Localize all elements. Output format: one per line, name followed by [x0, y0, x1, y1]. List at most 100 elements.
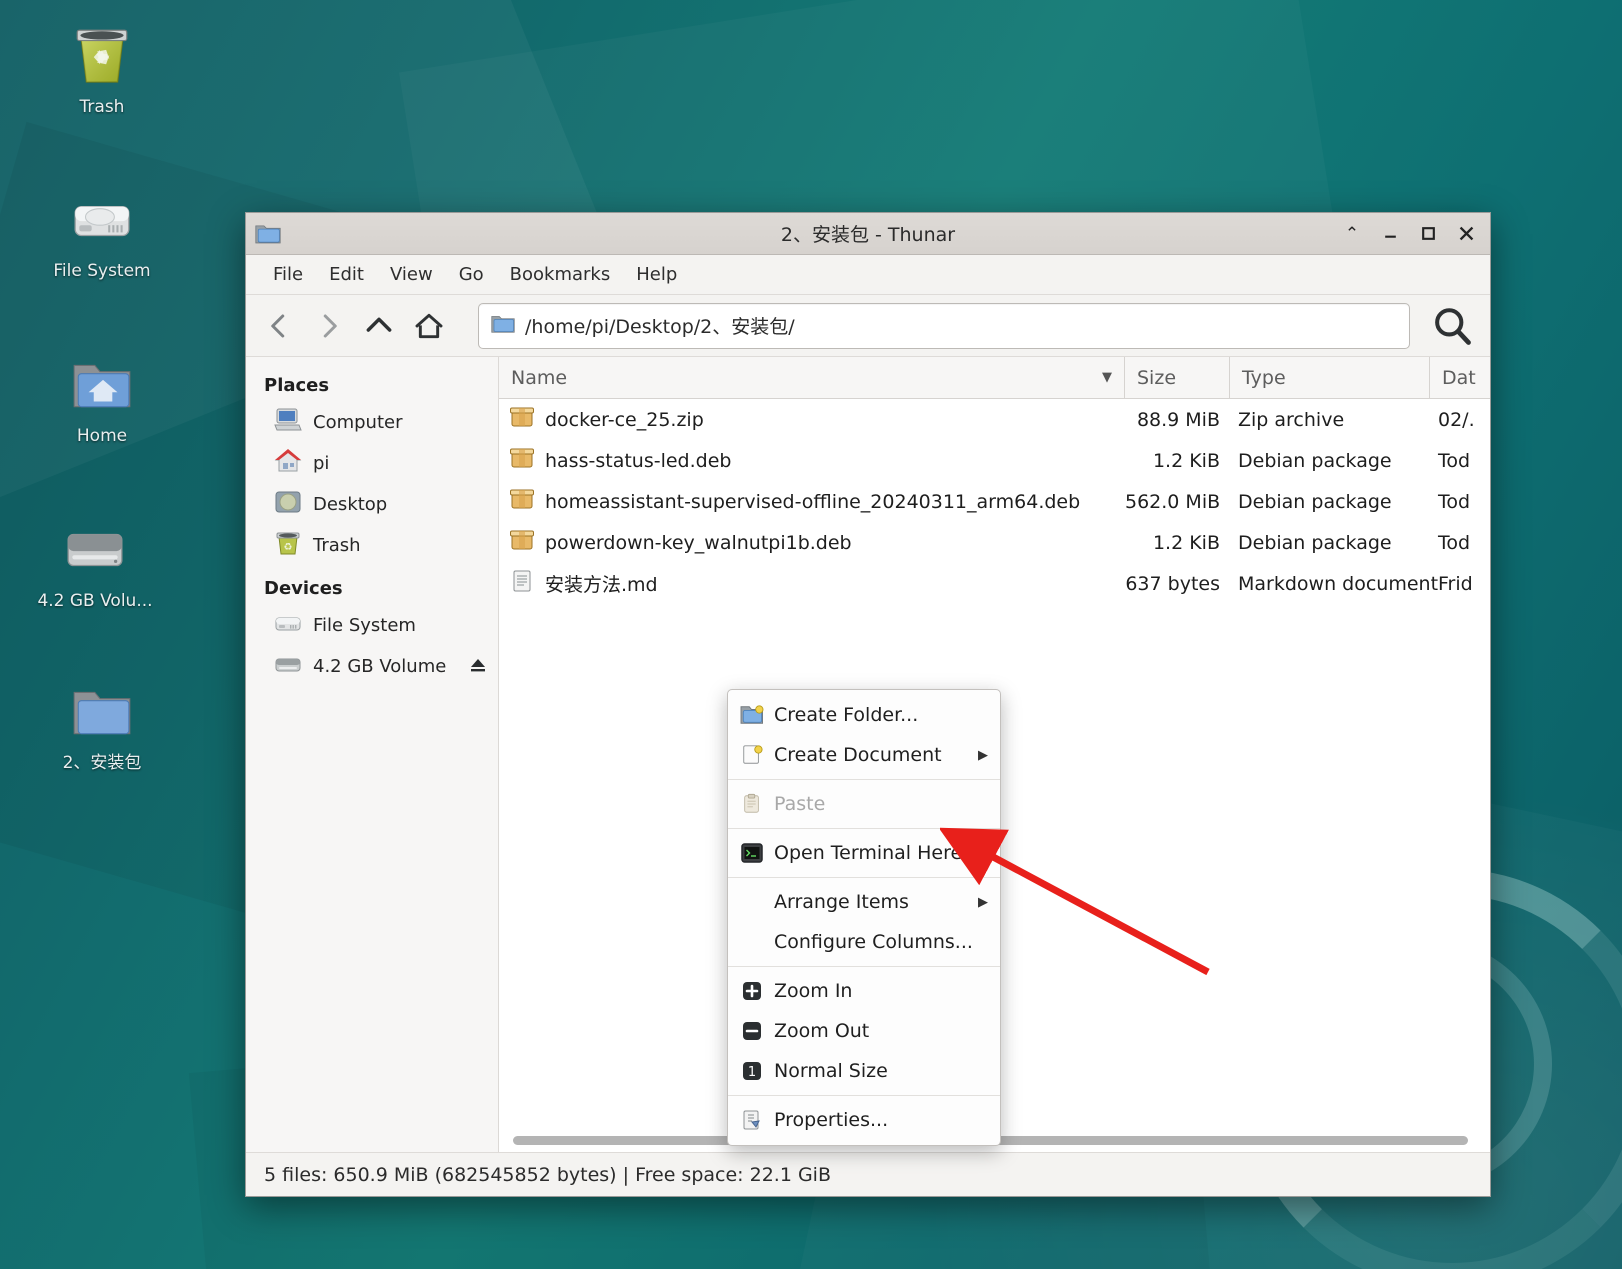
file-size: 637 bytes	[1125, 572, 1220, 595]
column-header-size[interactable]: Size	[1125, 357, 1230, 398]
menu-item-create-document[interactable]: Create Document ▶	[728, 735, 1000, 775]
toolbar[interactable]: /home/pi/Desktop/2、安装包/	[246, 295, 1490, 357]
window-titlebar[interactable]: 2、安装包 - Thunar ⌃	[246, 213, 1490, 255]
file-type: Markdown document	[1238, 572, 1439, 595]
menu-item-create-folder[interactable]: Create Folder...	[728, 695, 1000, 735]
zoom-in-icon	[738, 980, 766, 1002]
submenu-arrow-icon: ▶	[978, 894, 988, 910]
menu-view[interactable]: View	[377, 259, 446, 290]
menu-item-properties[interactable]: Properties...	[728, 1100, 1000, 1140]
desktop-icon-folder-anzhuangbao[interactable]: 2、安装包	[27, 672, 177, 773]
submenu-arrow-icon: ▶	[978, 747, 988, 763]
table-row[interactable]: hass-status-led.deb 1.2 KiB Debian packa…	[499, 440, 1490, 481]
sidebar-item-desktop[interactable]: Desktop	[246, 484, 498, 525]
sidebar: Places Computer pi Desktop ♻ Trash Devic…	[246, 357, 499, 1152]
status-bar: 5 files: 650.9 MiB (682545852 bytes) | F…	[246, 1152, 1490, 1196]
path-text: /home/pi/Desktop/2、安装包/	[525, 316, 795, 338]
column-header-name[interactable]: Name ▼	[499, 357, 1125, 398]
new-folder-icon	[738, 704, 766, 726]
drive-icon	[20, 510, 170, 582]
file-name: docker-ce_25.zip	[545, 408, 704, 431]
desktop-icon	[274, 489, 302, 520]
trash-icon: ♻	[274, 530, 302, 561]
menu-item-open-terminal-here[interactable]: Open Terminal Here	[728, 833, 1000, 873]
terminal-icon	[738, 842, 766, 864]
home-icon[interactable]	[406, 304, 452, 348]
text-file-icon	[509, 569, 535, 598]
menu-file[interactable]: File	[260, 259, 316, 290]
column-header-label: Name	[511, 366, 568, 389]
svg-text:♻: ♻	[284, 542, 293, 553]
folder-icon	[27, 672, 177, 744]
context-menu[interactable]: Create Folder... Create Document ▶ Paste…	[727, 689, 1001, 1146]
forward-icon[interactable]	[306, 304, 352, 348]
menu-item-normal-size[interactable]: 1 Normal Size	[728, 1051, 1000, 1091]
normal-size-icon: 1	[738, 1060, 766, 1082]
eject-icon[interactable]	[468, 655, 488, 679]
menu-item-zoom-in[interactable]: Zoom In	[728, 971, 1000, 1011]
column-header-type[interactable]: Type	[1230, 357, 1430, 398]
sidebar-item-label: Trash	[313, 535, 361, 556]
minimize-button[interactable]	[1380, 224, 1400, 244]
desktop-icon-trash[interactable]: Trash	[27, 16, 177, 117]
search-icon[interactable]	[1424, 302, 1480, 350]
up-icon[interactable]	[356, 304, 402, 348]
table-row[interactable]: powerdown-key_walnutpi1b.deb 1.2 KiB Deb…	[499, 522, 1490, 563]
path-bar[interactable]: /home/pi/Desktop/2、安装包/	[478, 302, 1410, 349]
shade-button[interactable]: ⌃	[1342, 224, 1362, 244]
sidebar-item-label: 4.2 GB Volume	[313, 656, 447, 677]
menu-help[interactable]: Help	[623, 259, 690, 290]
table-row[interactable]: docker-ce_25.zip 88.9 MiB Zip archive 02…	[499, 399, 1490, 440]
file-date: Tod	[1438, 531, 1471, 554]
sidebar-header-places: Places	[264, 375, 330, 396]
menu-item-label: Configure Columns...	[774, 931, 973, 953]
menu-item-label: Zoom In	[774, 980, 853, 1002]
new-document-icon	[738, 744, 766, 766]
menu-item-paste: Paste	[728, 784, 1000, 824]
menu-item-label: Create Document	[774, 744, 942, 766]
sidebar-item-trash[interactable]: ♻ Trash	[246, 525, 498, 566]
table-row[interactable]: homeassistant-supervised-offline_2024031…	[499, 481, 1490, 522]
maximize-button[interactable]	[1418, 224, 1438, 244]
svg-text:1: 1	[748, 1065, 756, 1080]
sidebar-item-volume[interactable]: 4.2 GB Volume	[246, 646, 498, 687]
harddisk-icon	[274, 610, 302, 641]
harddisk-icon	[27, 180, 177, 252]
close-button[interactable]	[1456, 224, 1476, 244]
menu-go[interactable]: Go	[446, 259, 497, 290]
desktop-icon-file-system[interactable]: File System	[27, 180, 177, 281]
properties-icon	[738, 1109, 766, 1131]
desktop-icon-home[interactable]: Home	[27, 345, 177, 446]
desktop-icon-volume[interactable]: 4.2 GB Volu...	[20, 510, 170, 611]
sidebar-item-pi[interactable]: pi	[246, 443, 498, 484]
menu-item-configure-columns[interactable]: Configure Columns...	[728, 922, 1000, 962]
column-header-date[interactable]: Dat	[1430, 357, 1490, 398]
column-headers[interactable]: Name ▼ Size Type Dat	[499, 357, 1490, 399]
menu-item-label: Normal Size	[774, 1060, 888, 1082]
file-date: Tod	[1438, 449, 1471, 472]
file-size: 88.9 MiB	[1136, 408, 1220, 431]
computer-icon	[274, 407, 302, 438]
desktop-icon-label: 4.2 GB Volu...	[37, 591, 153, 611]
table-row[interactable]: 安装方法.md 637 bytes Markdown document Frid	[499, 563, 1490, 604]
file-size: 562.0 MiB	[1125, 490, 1221, 513]
sidebar-item-file-system[interactable]: File System	[246, 605, 498, 646]
sidebar-item-label: pi	[313, 453, 330, 474]
file-name: homeassistant-supervised-offline_2024031…	[545, 490, 1081, 513]
zoom-out-icon	[738, 1020, 766, 1042]
sidebar-item-computer[interactable]: Computer	[246, 402, 498, 443]
menu-edit[interactable]: Edit	[316, 259, 377, 290]
home-icon	[274, 448, 302, 479]
harddisk-icon	[274, 651, 302, 682]
menubar[interactable]: File Edit View Go Bookmarks Help	[246, 255, 1490, 295]
menu-item-label: Arrange Items	[774, 891, 909, 913]
menu-item-zoom-out[interactable]: Zoom Out	[728, 1011, 1000, 1051]
desktop-icon-label: File System	[53, 261, 151, 281]
sidebar-item-label: Computer	[313, 412, 403, 433]
file-size: 1.2 KiB	[1152, 449, 1220, 472]
menu-bookmarks[interactable]: Bookmarks	[497, 259, 624, 290]
back-icon[interactable]	[256, 304, 302, 348]
menu-separator	[728, 1095, 1000, 1096]
menu-separator	[728, 828, 1000, 829]
menu-item-arrange-items[interactable]: Arrange Items ▶	[728, 882, 1000, 922]
